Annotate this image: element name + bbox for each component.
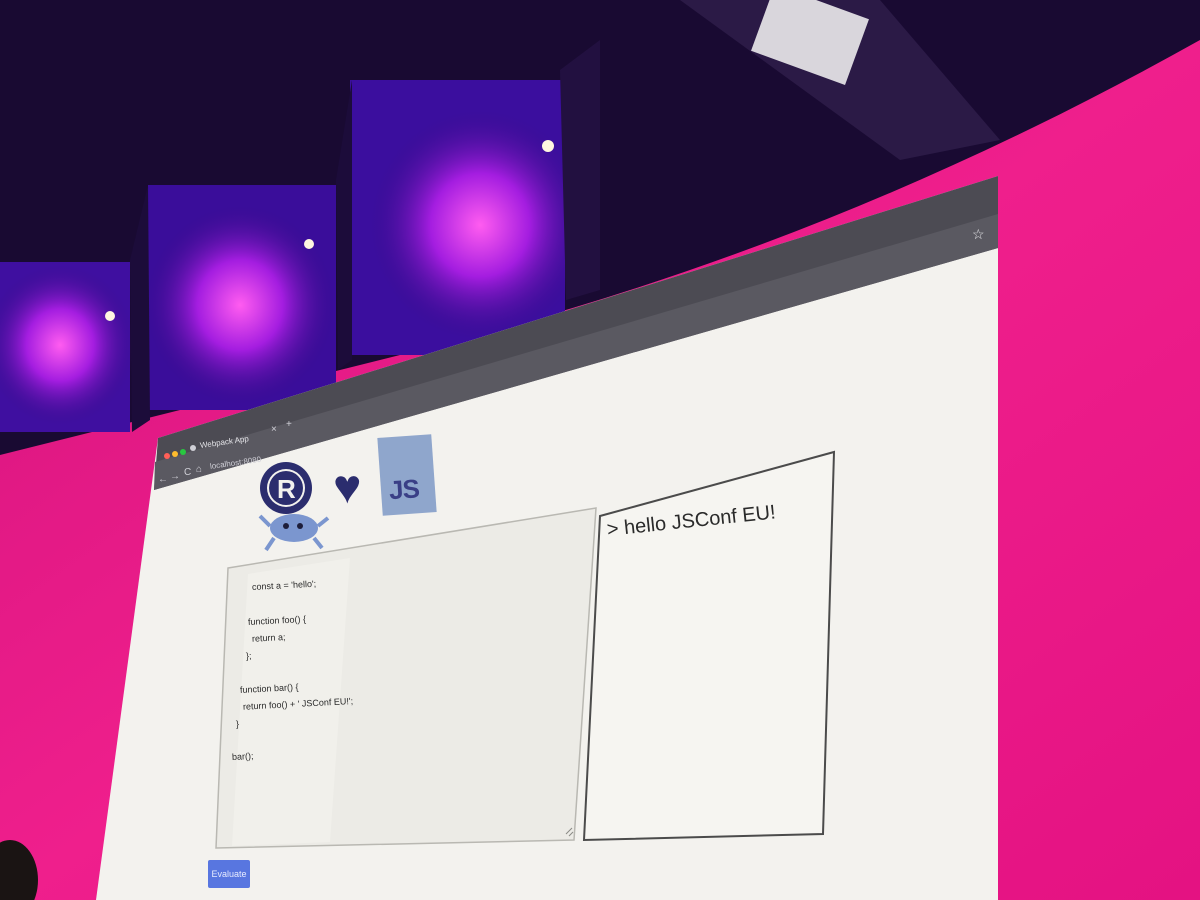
close-window-button[interactable] xyxy=(164,453,170,459)
new-tab-button[interactable]: + xyxy=(286,420,292,430)
reload-button[interactable]: C xyxy=(184,468,191,478)
tab-close-icon[interactable]: × xyxy=(271,425,277,435)
rust-logo: R xyxy=(258,462,330,552)
forward-button[interactable]: → xyxy=(170,472,180,482)
tab-favicon-icon xyxy=(190,445,196,451)
code-line: } xyxy=(235,718,240,729)
minimize-window-button[interactable] xyxy=(172,451,178,457)
home-button[interactable]: ⌂ xyxy=(196,465,202,475)
code-line: bar(); xyxy=(231,750,254,762)
back-button[interactable]: ← xyxy=(158,475,168,485)
evaluate-button-label: Evaluate xyxy=(211,869,247,879)
heart-icon: ♥ xyxy=(333,461,362,514)
javascript-logo: JS xyxy=(377,434,437,516)
maximize-window-button[interactable] xyxy=(180,449,186,455)
rust-letter: R xyxy=(277,474,296,504)
bookmark-star-icon[interactable]: ☆ xyxy=(972,226,985,243)
code-line: }; xyxy=(245,650,252,661)
code-line: return a; xyxy=(246,631,286,644)
evaluate-button[interactable]: Evaluate xyxy=(208,860,250,888)
js-logo-label: JS xyxy=(387,473,420,506)
ferris-crab-icon xyxy=(258,514,330,552)
